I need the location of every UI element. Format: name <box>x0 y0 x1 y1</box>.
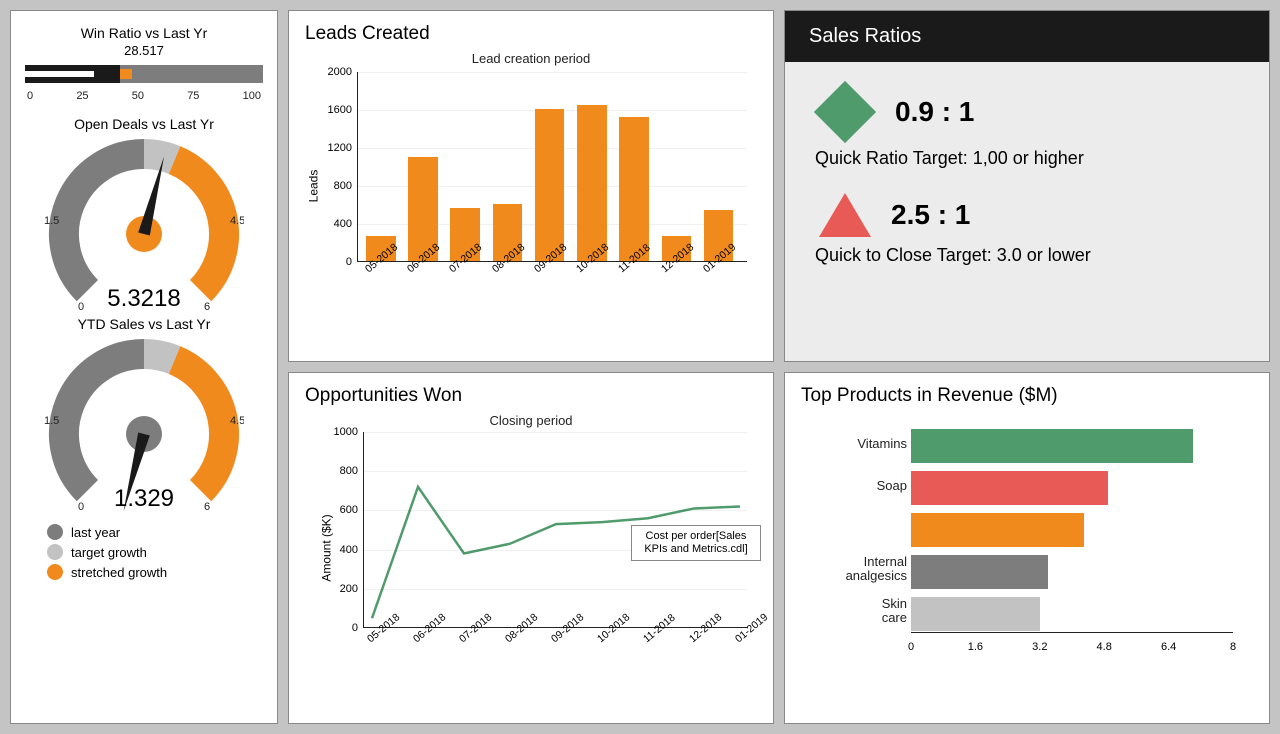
svg-text:6: 6 <box>204 301 210 313</box>
close-ratio-target: Quick to Close Target: 3.0 or lower <box>815 245 1239 266</box>
open-deals-block: Open Deals vs Last Yr 0 1.5 3 4.5 6 5.32… <box>25 110 263 314</box>
ytd-sales-block: YTD Sales vs Last Yr 0 1.5 3 4.5 6 1.329 <box>25 314 263 514</box>
gauge-legend: last year target growth stretched growth <box>25 520 263 584</box>
sidebar-kpi-panel: Win Ratio vs Last Yr 28.517 0 25 50 75 1… <box>10 10 278 724</box>
leads-title: Leads Created <box>305 23 757 45</box>
win-ratio-axis: 0 25 50 75 100 <box>25 90 263 110</box>
close-ratio-value: 2.5 : 1 <box>891 199 970 231</box>
sales-ratios-panel: Sales Ratios 0.9 : 1 Quick Ratio Target:… <box>784 10 1270 362</box>
svg-text:3: 3 <box>140 334 146 337</box>
win-ratio-title: Win Ratio vs Last Yr <box>25 25 263 41</box>
svg-text:4.5: 4.5 <box>230 215 244 227</box>
ytd-sales-title: YTD Sales vs Last Yr <box>25 316 263 332</box>
opps-title: Opportunities Won <box>305 385 757 407</box>
close-ratio-row: 2.5 : 1 <box>815 193 1239 237</box>
products-title: Top Products in Revenue ($M) <box>801 385 1253 407</box>
svg-text:4.5: 4.5 <box>230 415 244 427</box>
open-deals-title: Open Deals vs Last Yr <box>25 116 263 132</box>
svg-text:5.3218: 5.3218 <box>107 285 180 312</box>
legend-dot-last-year <box>47 524 63 540</box>
win-ratio-bullet <box>25 62 263 86</box>
svg-text:3: 3 <box>140 134 146 137</box>
opps-tooltip: Cost per order[Sales KPIs and Metrics.cd… <box>631 525 761 561</box>
leads-subtitle: Lead creation period <box>305 51 757 66</box>
svg-text:0: 0 <box>78 301 84 313</box>
win-ratio-block: Win Ratio vs Last Yr 28.517 0 25 50 75 1… <box>25 25 263 110</box>
quick-ratio-value: 0.9 : 1 <box>895 96 974 128</box>
top-products-panel: Top Products in Revenue ($M) 01.63.24.86… <box>784 372 1270 724</box>
products-chart: 01.63.24.86.48 VitaminsSoapInternal anal… <box>801 423 1253 673</box>
svg-text:0: 0 <box>78 501 84 513</box>
opps-subtitle: Closing period <box>305 413 757 428</box>
quick-ratio-target: Quick Ratio Target: 1,00 or higher <box>815 148 1239 169</box>
svg-text:6: 6 <box>204 501 210 513</box>
diamond-icon <box>814 81 876 143</box>
ratios-header: Sales Ratios <box>785 11 1269 62</box>
svg-text:1.329: 1.329 <box>114 485 174 512</box>
opportunities-won-panel: Opportunities Won Closing period Amount … <box>288 372 774 724</box>
leads-chart: 0400800120016002000 05-201806-201807-201… <box>357 72 747 308</box>
svg-text:1.5: 1.5 <box>44 215 59 227</box>
ytd-sales-gauge: 0 1.5 3 4.5 6 1.329 <box>44 334 244 514</box>
open-deals-gauge: 0 1.5 3 4.5 6 5.3218 <box>44 134 244 314</box>
leads-created-panel: Leads Created Lead creation period Leads… <box>288 10 774 362</box>
svg-text:1.5: 1.5 <box>44 415 59 427</box>
win-ratio-value: 28.517 <box>25 43 263 58</box>
legend-dot-target <box>47 544 63 560</box>
quick-ratio-row: 0.9 : 1 <box>815 84 1239 140</box>
legend-dot-stretched <box>47 564 63 580</box>
triangle-icon <box>819 193 871 237</box>
